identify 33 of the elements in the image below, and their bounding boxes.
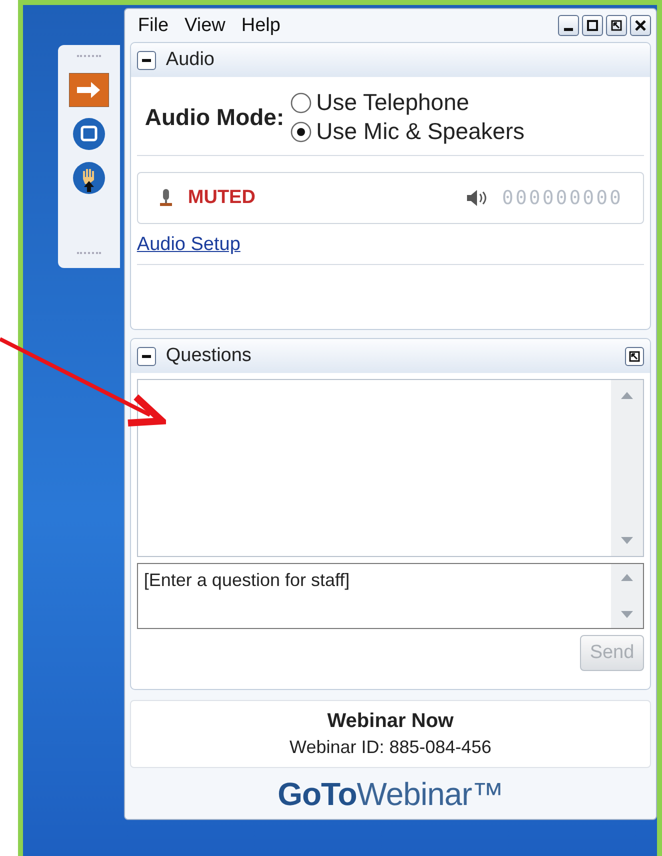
maximize-button[interactable] (582, 15, 603, 36)
popout-button[interactable] (606, 15, 627, 36)
popout-button[interactable] (625, 346, 644, 366)
audio-setup-link[interactable]: Audio Setup (136, 234, 240, 256)
close-button[interactable] (630, 15, 651, 36)
radio-option[interactable]: Use Mic & Speakers (290, 118, 524, 145)
maximize-icon (587, 20, 598, 31)
menu-item[interactable]: File (130, 14, 177, 36)
panel-title: Audio (166, 49, 214, 71)
minimize-button[interactable] (558, 15, 579, 36)
arrow-icon[interactable] (68, 73, 109, 107)
webinar-id: Webinar ID: 885-084-456 (290, 737, 492, 758)
raise-hand-icon[interactable] (72, 161, 106, 195)
radio-button[interactable] (290, 92, 312, 114)
collapse-button[interactable] (136, 50, 156, 70)
muted-status: MUTED (188, 187, 256, 209)
logo-text: GoToWebinar™ (278, 776, 504, 813)
screen-icon[interactable] (72, 117, 106, 151)
panel-title: Questions (166, 345, 252, 367)
webinar-name: Webinar Now (327, 710, 454, 733)
microphone-icon (158, 188, 174, 208)
menu-item[interactable]: View (176, 14, 234, 36)
radio-button[interactable] (290, 120, 312, 142)
close-icon (635, 20, 646, 31)
minimize-icon (564, 28, 573, 31)
popout-icon (611, 20, 622, 31)
menu-item[interactable]: Help (233, 14, 288, 36)
speaker-level-reading: 000000000 (502, 187, 623, 209)
radio-option[interactable]: Use Telephone (290, 89, 524, 116)
popout-icon (629, 350, 640, 362)
audio-mode-label: Audio Mode: (144, 104, 284, 130)
collapse-button[interactable] (136, 346, 156, 366)
speaker-icon (466, 189, 488, 207)
